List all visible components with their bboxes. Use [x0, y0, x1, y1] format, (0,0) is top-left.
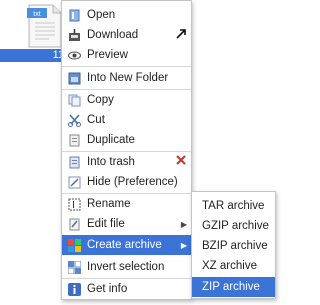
- menu-item-copy[interactable]: Copy: [62, 90, 191, 110]
- hide-icon: [68, 176, 81, 189]
- menu-item-label: Download: [87, 29, 139, 41]
- menu-item-label: Copy: [87, 94, 114, 106]
- external-arrow-icon: [176, 26, 187, 44]
- menu-item-preview[interactable]: Preview: [62, 45, 191, 65]
- cut-icon: [68, 113, 81, 127]
- file-icon[interactable]: txt: [27, 4, 63, 48]
- menu-item-into-trash[interactable]: Into trash: [62, 152, 191, 172]
- info-icon: [68, 282, 81, 296]
- menu-item-duplicate[interactable]: Duplicate: [62, 130, 191, 150]
- submenu-item-xz[interactable]: XZ archive: [192, 256, 275, 276]
- document-icon: txt: [27, 4, 62, 48]
- menu-item-create-archive[interactable]: Create archive ▶: [62, 235, 191, 255]
- menu-item-cut[interactable]: Cut: [62, 110, 191, 130]
- menu-item-label: Cut: [87, 114, 105, 126]
- menu-item-label: Duplicate: [87, 134, 135, 146]
- new-folder-icon: [68, 72, 81, 85]
- submenu-item-bzip[interactable]: BZIP archive: [192, 236, 275, 256]
- menu-item-label: Create archive: [87, 239, 162, 251]
- delete-x-icon: [175, 153, 187, 171]
- submenu-item-tar[interactable]: TAR archive: [192, 196, 275, 216]
- menu-item-edit-file[interactable]: Edit file ▶: [62, 214, 191, 234]
- menu-item-label: Into trash: [87, 156, 135, 168]
- menu-item-label: Rename: [87, 198, 131, 210]
- submenu-item-gzip[interactable]: GZIP archive: [192, 216, 275, 236]
- trash-icon: [68, 156, 81, 169]
- submenu-item-zip[interactable]: ZIP archive: [192, 277, 275, 297]
- menu-item-label: Hide (Preference): [87, 176, 178, 188]
- menu-separator: [62, 66, 191, 67]
- menu-item-download[interactable]: Download: [62, 25, 191, 45]
- context-menu: Open Download Preview Into New Folder Co…: [61, 0, 192, 300]
- menu-item-invert-selection[interactable]: Invert selection: [62, 257, 191, 277]
- menu-item-rename[interactable]: Rename: [62, 194, 191, 214]
- menu-item-into-new-folder[interactable]: Into New Folder: [62, 68, 191, 88]
- archive-submenu: TAR archive GZIP archive BZIP archive XZ…: [191, 191, 276, 299]
- submenu-arrow-icon: ▶: [180, 219, 187, 229]
- duplicate-icon: [68, 134, 81, 147]
- archive-icon: [68, 238, 81, 252]
- file-ext-badge: txt: [33, 11, 40, 18]
- menu-item-label: Edit file: [87, 218, 125, 230]
- menu-item-label: Preview: [87, 49, 128, 61]
- download-icon: [68, 28, 81, 42]
- edit-icon: [68, 218, 81, 231]
- menu-item-label: Into New Folder: [87, 72, 169, 84]
- menu-item-hide[interactable]: Hide (Preference): [62, 172, 191, 192]
- menu-item-open[interactable]: Open: [62, 5, 191, 25]
- menu-item-get-info[interactable]: Get info: [62, 279, 191, 299]
- open-icon: [68, 9, 81, 22]
- menu-item-label: Get info: [87, 283, 128, 295]
- eye-icon: [68, 49, 81, 62]
- invert-selection-icon: [68, 260, 81, 274]
- submenu-arrow-icon: ▶: [180, 240, 187, 250]
- rename-icon: [68, 198, 81, 211]
- menu-item-label: Invert selection: [87, 261, 165, 273]
- copy-icon: [68, 94, 81, 107]
- menu-item-label: Open: [87, 9, 116, 21]
